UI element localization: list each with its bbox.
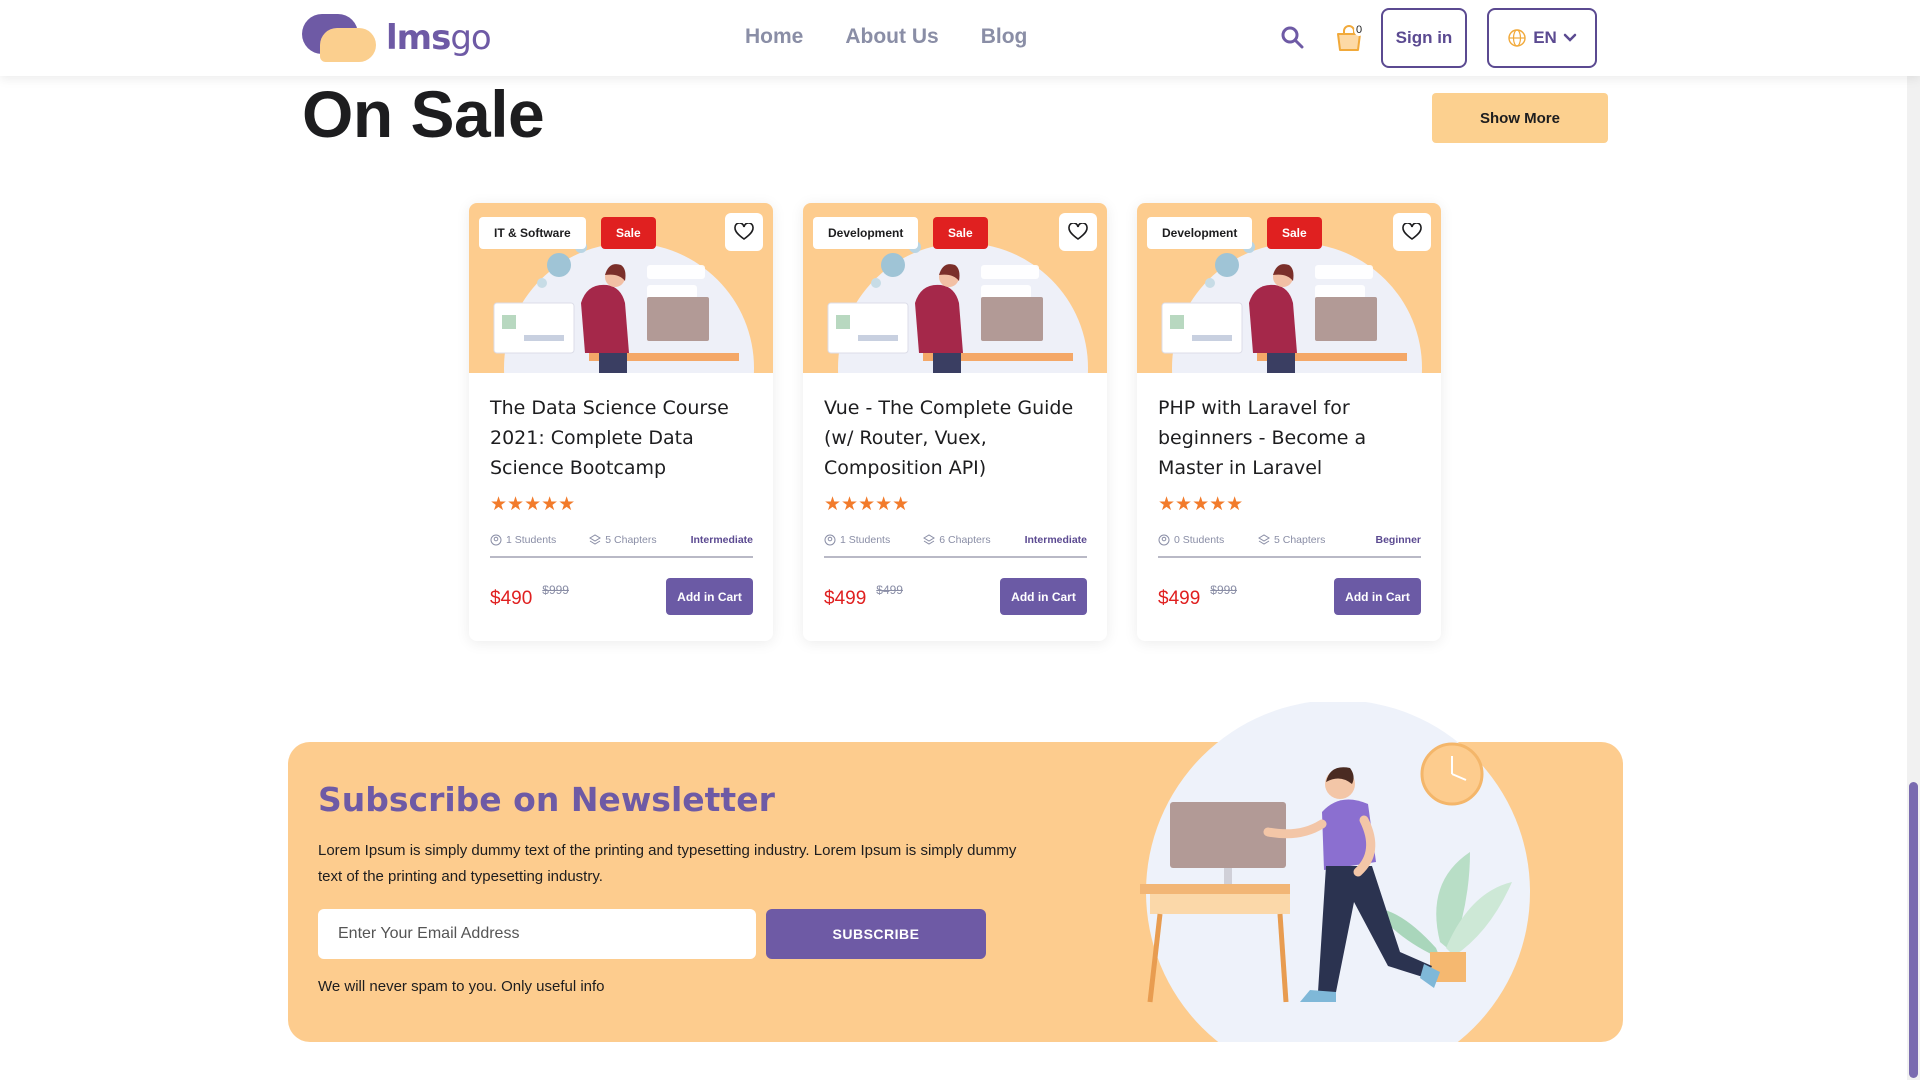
nav-about-us[interactable]: About Us [845, 25, 938, 49]
scrollbar-thumb[interactable] [1909, 782, 1918, 1078]
rating-stars: ★★★★★ [1158, 494, 1244, 515]
sign-in-button[interactable]: Sign in [1381, 8, 1467, 68]
course-title[interactable]: PHP with Laravel for beginners - Become … [1158, 393, 1421, 483]
language-label: EN [1533, 28, 1557, 47]
course-meta: 0 Students 5 Chapters Beginner [1158, 534, 1421, 558]
newsletter-note: We will never spam to you. Only useful i… [318, 978, 605, 995]
nav-blog[interactable]: Blog [981, 25, 1028, 49]
course-card[interactable]: Development Sale Vue - The Complete Guid… [803, 203, 1107, 641]
chapters-count: 6 Chapters [923, 534, 1024, 546]
sale-price: $490 [490, 588, 533, 609]
heart-icon [734, 223, 754, 240]
heart-icon [1402, 223, 1422, 240]
course-title[interactable]: Vue - The Complete Guide (w/ Router, Vue… [824, 393, 1087, 483]
section-title: On Sale [302, 77, 545, 151]
add-to-cart-button[interactable]: Add in Cart [666, 578, 753, 615]
course-meta: 1 Students 6 Chapters Intermediate [824, 534, 1087, 558]
wishlist-button[interactable] [725, 213, 763, 251]
original-price: $999 [542, 583, 569, 597]
language-selector[interactable]: EN [1487, 8, 1597, 68]
logo-icon [302, 12, 376, 64]
chevron-down-icon [1563, 33, 1577, 42]
course-thumbnail: Development Sale [803, 203, 1107, 373]
category-tag: Development [813, 217, 919, 249]
newsletter-text: Lorem Ipsum is simply dummy text of the … [318, 842, 1017, 885]
add-to-cart-button[interactable]: Add in Cart [1000, 578, 1087, 615]
sale-badge: Sale [933, 217, 988, 249]
course-meta: 1 Students 5 Chapters Intermediate [490, 534, 753, 558]
main-nav: Home About Us Blog [745, 25, 1069, 49]
wishlist-button[interactable] [1059, 213, 1097, 251]
newsletter-illustration [1140, 702, 1530, 1042]
show-more-button[interactable]: Show More [1432, 93, 1608, 143]
globe-icon [1508, 29, 1526, 47]
chapters-count: 5 Chapters [1258, 534, 1360, 546]
add-to-cart-button[interactable]: Add in Cart [1334, 578, 1421, 615]
logo-text: lmsgo [386, 18, 492, 58]
header: lmsgo Home About Us Blog 0 Sign in EN [0, 0, 1920, 76]
newsletter-title: Subscribe on Newsletter [318, 780, 775, 819]
course-card[interactable]: IT & Software Sale The Data Science Cour… [469, 203, 773, 641]
sale-price: $499 [824, 588, 867, 609]
chapters-icon [589, 534, 602, 545]
students-icon [490, 534, 502, 546]
level-label: Intermediate [1024, 534, 1087, 546]
chapters-icon [1258, 534, 1270, 545]
students-icon [824, 534, 836, 546]
original-price: $999 [1210, 583, 1237, 597]
sale-badge: Sale [601, 217, 656, 249]
heart-icon [1068, 223, 1088, 240]
course-thumbnail: Development Sale [1137, 203, 1441, 373]
sale-price: $499 [1158, 588, 1201, 609]
original-price: $499 [876, 583, 903, 597]
level-label: Intermediate [690, 534, 753, 546]
chapters-count: 5 Chapters [589, 534, 690, 546]
students-icon [1158, 534, 1170, 546]
page-scrollbar[interactable] [1907, 76, 1920, 1080]
level-label: Beginner [1375, 534, 1421, 546]
logo[interactable]: lmsgo [302, 12, 492, 64]
nav-home[interactable]: Home [745, 25, 803, 49]
course-thumbnail: IT & Software Sale [469, 203, 773, 373]
students-count: 1 Students [824, 534, 923, 546]
cart-count-badge: 0 [1354, 24, 1365, 36]
rating-stars: ★★★★★ [490, 494, 576, 515]
rating-stars: ★★★★★ [824, 494, 910, 515]
category-tag: IT & Software [479, 217, 586, 249]
search-icon[interactable] [1280, 25, 1304, 49]
sale-badge: Sale [1267, 217, 1322, 249]
course-title[interactable]: The Data Science Course 2021: Complete D… [490, 393, 753, 483]
course-card[interactable]: Development Sale PHP with Laravel for be… [1137, 203, 1441, 641]
students-count: 1 Students [490, 534, 589, 546]
wishlist-button[interactable] [1393, 213, 1431, 251]
students-count: 0 Students [1158, 534, 1258, 546]
subscribe-button[interactable]: SUBSCRIBE [766, 909, 986, 959]
chapters-icon [923, 534, 936, 545]
email-field[interactable] [318, 909, 756, 959]
category-tag: Development [1147, 217, 1253, 249]
